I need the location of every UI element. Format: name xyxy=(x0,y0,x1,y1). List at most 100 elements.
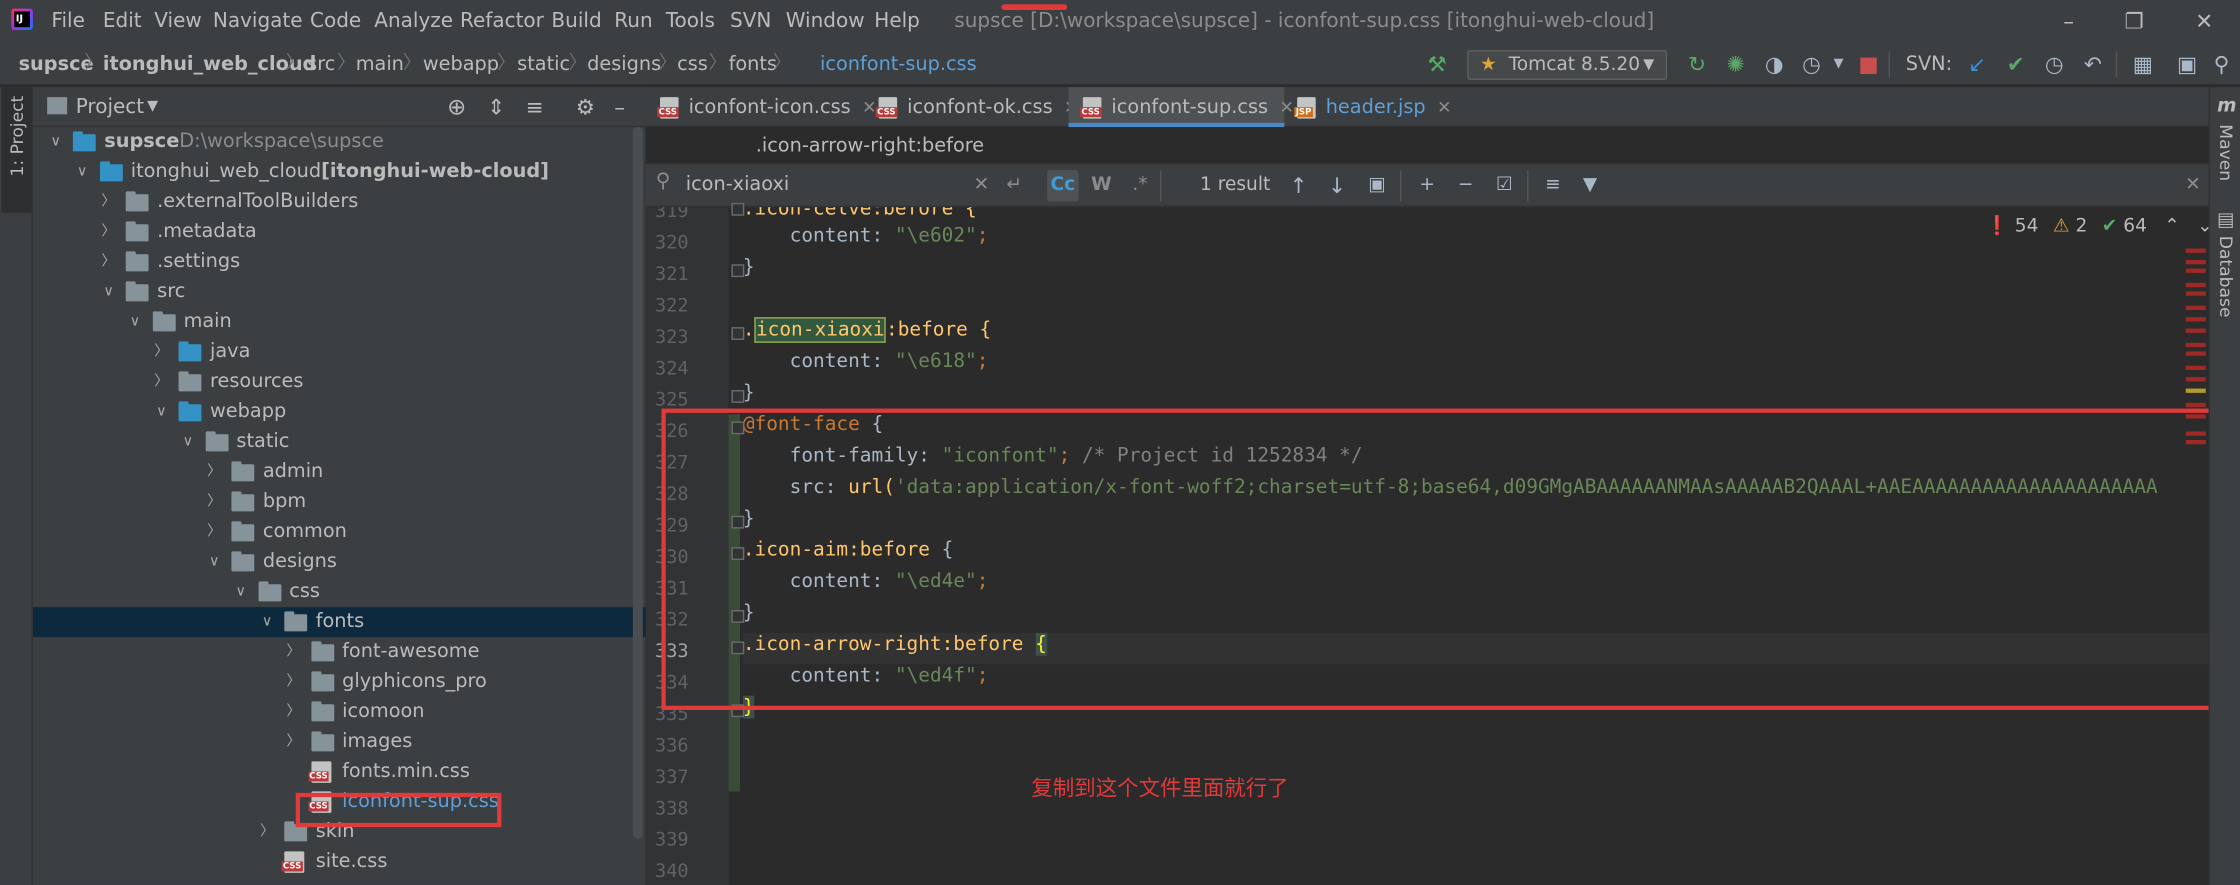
tree-item[interactable]: 〉 bpm xyxy=(33,487,646,517)
tree-item[interactable]: ∨ designs xyxy=(33,547,646,577)
crumb-webapp[interactable]: webapp xyxy=(423,43,499,86)
profile-dropdown-icon[interactable]: ▼ xyxy=(1824,50,1853,79)
chevron-down-icon[interactable]: ∨ xyxy=(259,607,276,637)
error-mark[interactable] xyxy=(2185,328,2206,333)
chevron-right-icon[interactable]: 〉 xyxy=(206,487,223,517)
crumb-designs[interactable]: designs xyxy=(587,43,661,86)
chevron-right-icon[interactable]: 〉 xyxy=(153,367,170,397)
remove-occurrence-icon[interactable]: − xyxy=(1450,170,1481,201)
tab-header-jsp[interactable]: JSP header.jsp ✕ xyxy=(1283,87,1451,127)
find-input[interactable]: icon-xiaoxi xyxy=(651,167,1154,203)
tree-item[interactable]: 〉 font-awesome xyxy=(33,637,646,667)
chevron-right-icon[interactable]: 〉 xyxy=(206,517,223,547)
crumb-css[interactable]: css xyxy=(677,43,708,86)
match-case-toggle[interactable]: Cc xyxy=(1047,169,1079,202)
stop-icon[interactable]: ■ xyxy=(1854,50,1883,79)
menu-view[interactable]: View xyxy=(154,0,201,43)
error-mark[interactable] xyxy=(2185,365,2206,370)
chevron-right-icon[interactable]: 〉 xyxy=(100,217,117,247)
tree-scrollbar[interactable] xyxy=(632,127,643,839)
crumb-static[interactable]: static xyxy=(517,43,570,86)
tree-item[interactable]: 〉 icomoon xyxy=(33,697,646,727)
chevron-right-icon[interactable]: 〉 xyxy=(285,697,302,727)
chevron-down-icon[interactable]: ∨ xyxy=(206,547,223,577)
chevron-down-icon[interactable]: ∨ xyxy=(232,577,249,607)
error-mark[interactable] xyxy=(2185,317,2206,322)
debug-icon[interactable]: ✺ xyxy=(1721,50,1750,79)
project-tool-tab[interactable]: 1: Project xyxy=(1,87,32,213)
menu-file[interactable]: File xyxy=(51,0,84,43)
error-mark[interactable] xyxy=(2185,351,2206,356)
chevron-right-icon[interactable]: 〉 xyxy=(285,727,302,757)
menu-run[interactable]: Run xyxy=(614,0,652,43)
chevron-right-icon[interactable]: 〉 xyxy=(100,187,117,217)
project-view-title[interactable]: Project xyxy=(76,87,144,127)
error-mark[interactable] xyxy=(2185,402,2206,408)
error-mark[interactable] xyxy=(2185,268,2206,273)
menu-navigate[interactable]: Navigate xyxy=(213,0,303,43)
error-mark[interactable] xyxy=(2185,248,2206,253)
chevron-down-icon[interactable]: ∨ xyxy=(153,397,170,427)
run-config-select[interactable]: ★ Tomcat 8.5.20 ▼ xyxy=(1467,49,1668,80)
tree-item[interactable]: ∨ main xyxy=(33,307,646,337)
tree-item[interactable]: CSS site.css xyxy=(33,847,646,877)
menu-tools[interactable]: Tools xyxy=(666,0,715,43)
tree-item[interactable]: 〉 admin xyxy=(33,457,646,487)
menu-build[interactable]: Build xyxy=(551,0,601,43)
menu-help[interactable]: Help xyxy=(874,0,920,43)
profile-icon[interactable]: ◷ xyxy=(1797,50,1826,79)
fold-marker-icon[interactable] xyxy=(731,202,745,216)
tree-item[interactable]: ∨ itonghui_web_cloud[itonghui-web-cloud] xyxy=(33,157,646,187)
chevron-right-icon[interactable]: 〉 xyxy=(285,637,302,667)
restore-icon[interactable]: ❐ xyxy=(2101,0,2167,43)
error-mark[interactable] xyxy=(2185,305,2206,310)
menu-window[interactable]: Window xyxy=(786,0,865,43)
warning-mark[interactable] xyxy=(2185,388,2206,393)
locate-target-icon[interactable]: ⊕ xyxy=(447,87,466,127)
crumb-file[interactable]: iconfont-sup.css xyxy=(820,43,977,86)
filter-search-icon[interactable]: ≡ xyxy=(1537,170,1568,201)
tree-item[interactable]: 〉 .metadata xyxy=(33,217,646,247)
select-all-matches-icon[interactable]: ☑ xyxy=(1489,170,1520,201)
chevron-right-icon[interactable]: 〉 xyxy=(153,337,170,367)
revert-icon[interactable]: ↶ xyxy=(2079,50,2108,79)
tab-iconfont-ok[interactable]: CSS iconfont-ok.css✕ xyxy=(864,87,1078,127)
fold-marker-icon[interactable] xyxy=(731,389,745,403)
close-find-icon[interactable]: ✕ xyxy=(2177,170,2208,201)
menu-edit[interactable]: Edit xyxy=(103,0,142,43)
close-tab-icon[interactable]: ✕ xyxy=(1437,97,1451,117)
chevron-down-icon[interactable]: ∨ xyxy=(74,157,91,187)
tree-item[interactable]: ∨ supsceD:\workspace\supsce xyxy=(33,127,646,157)
chevron-down-icon[interactable]: ∨ xyxy=(100,277,117,307)
history-icon[interactable]: ◷ xyxy=(2040,50,2069,79)
menu-analyze[interactable]: Analyze xyxy=(374,0,453,43)
project-structure-icon[interactable]: ▦ xyxy=(2129,50,2158,79)
crumb-fonts[interactable]: fonts xyxy=(729,43,777,86)
search-everywhere-icon[interactable]: ⚲ xyxy=(2207,50,2236,79)
chevron-right-icon[interactable]: 〉 xyxy=(206,457,223,487)
crumb-src[interactable]: src xyxy=(307,43,335,86)
tree-item[interactable]: CSS fonts.min.css xyxy=(33,757,646,787)
editor-breadcrumb[interactable]: .icon-arrow-right:before xyxy=(645,127,2209,165)
build-hammer-icon[interactable]: ⚒ xyxy=(1423,50,1452,79)
chevron-right-icon[interactable]: 〉 xyxy=(100,247,117,277)
chevron-down-icon[interactable]: ∨ xyxy=(126,307,143,337)
error-mark[interactable] xyxy=(2185,342,2206,348)
whole-words-toggle[interactable]: W xyxy=(1086,170,1117,201)
select-all-occurrences-icon[interactable]: ▣ xyxy=(1361,170,1392,201)
menu-svn[interactable]: SVN xyxy=(730,0,771,43)
add-occurrence-icon[interactable]: + xyxy=(1411,170,1442,201)
chevron-down-icon[interactable]: ∨ xyxy=(179,427,196,457)
error-mark[interactable] xyxy=(2185,259,2206,265)
menu-code[interactable]: Code xyxy=(310,0,361,43)
maven-tool-tab[interactable]: Maven xyxy=(2216,124,2236,181)
hide-panel-icon[interactable]: – xyxy=(614,87,625,127)
error-mark[interactable] xyxy=(2185,291,2206,296)
tree-item[interactable]: 〉 resources xyxy=(33,367,646,397)
coverage-icon[interactable]: ◑ xyxy=(1760,50,1789,79)
terminal-icon[interactable]: ▣ xyxy=(2173,50,2202,79)
tab-iconfont-sup[interactable]: CSS iconfont-sup.css ✕ xyxy=(1068,87,1294,128)
chevron-right-icon[interactable]: 〉 xyxy=(259,817,276,847)
project-view-chevron-icon[interactable]: ▼ xyxy=(147,87,158,127)
tree-item[interactable]: ∨ src xyxy=(33,277,646,307)
